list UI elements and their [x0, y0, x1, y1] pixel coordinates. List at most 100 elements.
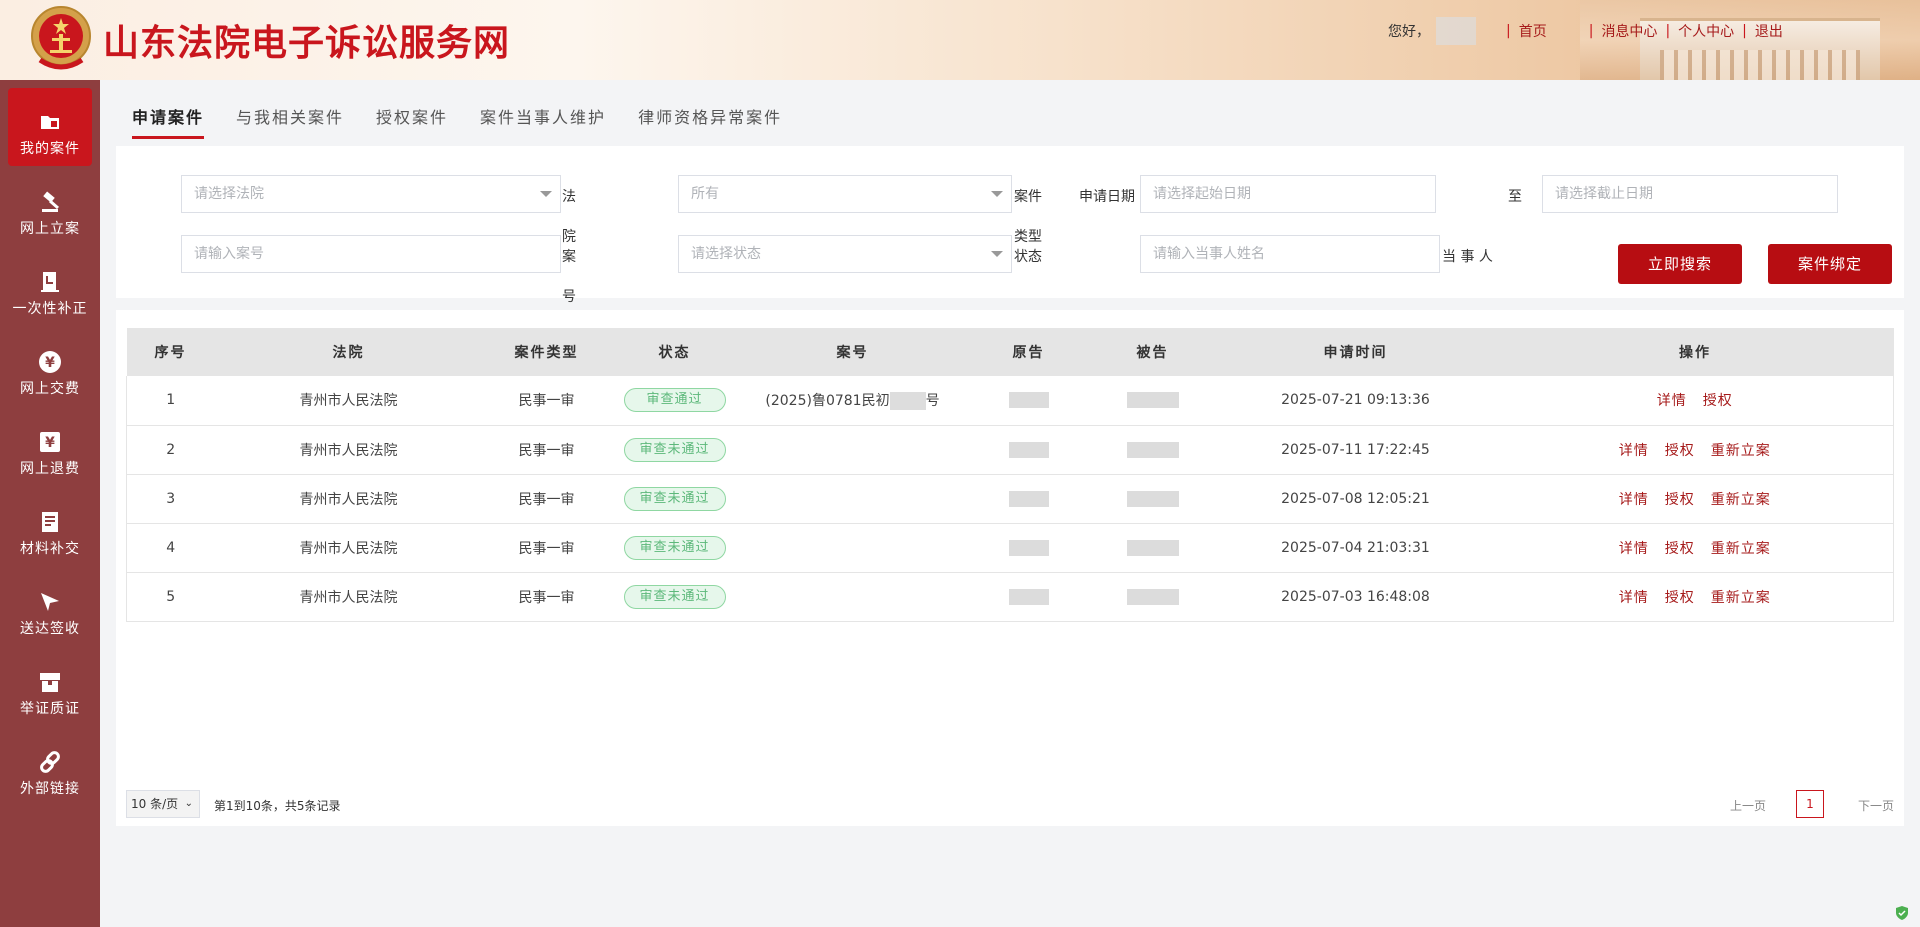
tab-party-maintenance[interactable]: 案件当事人维护	[480, 104, 606, 139]
cell-apply-time: 2025-07-11 17:22:45	[1214, 425, 1497, 475]
authorize-link[interactable]: 授权	[1665, 443, 1695, 459]
cell-apply-time: 2025-07-04 21:03:31	[1214, 523, 1497, 573]
status-badge: 审查未通过	[623, 486, 726, 511]
sidebar-item-online-refund[interactable]: ¥ 网上退费	[0, 408, 100, 486]
refile-link[interactable]: 重新立案	[1711, 492, 1771, 508]
court-select[interactable]: 请选择法院	[181, 175, 561, 213]
chevron-down-icon	[991, 191, 1003, 197]
sidebar-item-label: 网上交费	[20, 381, 80, 397]
nav-home-link[interactable]: 首页	[1519, 21, 1547, 41]
authorize-link[interactable]: 授权	[1665, 541, 1695, 557]
sidebar-item-online-filing[interactable]: 网上立案	[0, 168, 100, 246]
header-banner: 山东法院电子诉讼服务网 您好， | 首页 | 消息中心 | 个人中心 | 退出	[0, 0, 1920, 80]
sidebar-item-external-links[interactable]: 外部链接	[0, 728, 100, 806]
tab-authorized-cases[interactable]: 授权案件	[376, 104, 448, 139]
refile-link[interactable]: 重新立案	[1711, 541, 1771, 557]
authorize-link[interactable]: 授权	[1665, 590, 1695, 606]
end-date-input[interactable]: 请选择截止日期	[1542, 175, 1838, 213]
status-badge: 审查未通过	[623, 535, 726, 560]
cell-plaintiff	[966, 425, 1091, 475]
case-number-label-cont: 号	[562, 289, 576, 305]
table-header-row: 序号 法院 案件类型 状态 案号 原告 被告 申请时间 操作	[126, 328, 1894, 376]
details-link[interactable]: 详情	[1619, 590, 1649, 606]
nav-logout-link[interactable]: 退出	[1755, 21, 1783, 41]
case-type-select[interactable]: 所有	[678, 175, 1012, 213]
cell-status: 审查未通过	[610, 572, 739, 622]
col-header-type: 案件类型	[482, 328, 611, 376]
redacted-text	[889, 392, 926, 411]
authorize-link[interactable]: 授权	[1665, 492, 1695, 508]
cell-defendant	[1090, 425, 1215, 475]
case-type-label: 案件	[1014, 189, 1042, 205]
cell-defendant	[1090, 474, 1215, 524]
sidebar-item-online-payment[interactable]: ¥ 网上交费	[0, 328, 100, 406]
current-page-button[interactable]: 1	[1796, 790, 1824, 818]
username-redacted	[1436, 17, 1476, 45]
details-link[interactable]: 详情	[1657, 393, 1687, 409]
case-number-input[interactable]: 请输入案号	[181, 235, 561, 273]
tab-applied-cases[interactable]: 申请案件	[132, 104, 205, 139]
sidebar-item-label: 材料补交	[20, 541, 80, 557]
cell-status: 审查未通过	[610, 425, 739, 475]
start-date-input[interactable]: 请选择起始日期	[1140, 175, 1436, 213]
party-name-input[interactable]: 请输入当事人姓名	[1140, 235, 1440, 273]
details-link[interactable]: 详情	[1619, 492, 1649, 508]
refile-link[interactable]: 重新立案	[1711, 590, 1771, 606]
security-shield-icon	[1896, 906, 1908, 920]
cell-type: 民事一审	[482, 376, 611, 426]
cell-court: 青州市人民法院	[214, 425, 483, 475]
cell-type: 民事一审	[482, 572, 611, 622]
table-row: 4 青州市人民法院 民事一审 审查未通过 2025-07-04 21:03:31…	[126, 523, 1894, 573]
svg-text:¥: ¥	[45, 435, 55, 451]
nav-messages-link[interactable]: 消息中心	[1601, 21, 1657, 41]
sidebar-item-evidence[interactable]: 举证质证	[0, 648, 100, 726]
to-label: 至	[1508, 189, 1522, 205]
details-link[interactable]: 详情	[1619, 443, 1649, 459]
search-button[interactable]: 立即搜索	[1618, 244, 1742, 284]
cell-defendant	[1090, 376, 1215, 426]
redacted-text	[1126, 490, 1179, 507]
cell-type: 民事一审	[482, 425, 611, 475]
col-header-case-no: 案号	[738, 328, 967, 376]
sidebar-item-label: 我的案件	[20, 141, 80, 157]
cell-case-no	[738, 523, 967, 573]
sidebar-item-delivery-sign[interactable]: 送达签收	[0, 568, 100, 646]
site-title: 山东法院电子诉讼服务网	[103, 22, 511, 64]
case-number-label: 案	[562, 249, 576, 265]
cell-type: 民事一审	[482, 474, 611, 524]
status-select[interactable]: 请选择状态	[678, 235, 1012, 273]
table-row: 5 青州市人民法院 民事一审 审查未通过 2025-07-03 16:48:08…	[126, 572, 1894, 622]
sidebar-item-material-supplement[interactable]: 材料补交	[0, 488, 100, 566]
case-tabs: 申请案件 与我相关案件 授权案件 案件当事人维护 律师资格异常案件	[132, 104, 814, 139]
link-icon	[40, 751, 60, 773]
sidebar-item-label: 送达签收	[20, 621, 80, 637]
sidebar-item-my-cases[interactable]: 我的案件	[8, 88, 92, 166]
details-link[interactable]: 详情	[1619, 541, 1649, 557]
nav-profile-link[interactable]: 个人中心	[1678, 21, 1734, 41]
tab-related-cases[interactable]: 与我相关案件	[236, 104, 344, 139]
top-navigation: 您好， | 首页 | 消息中心 | 个人中心 | 退出	[1388, 17, 1783, 45]
prev-page-button[interactable]: 上一页	[1730, 797, 1766, 814]
court-label: 法	[562, 189, 576, 205]
page-size-select[interactable]: 10 条/页 ⌄	[126, 790, 200, 818]
redacted-text	[1008, 392, 1049, 409]
cell-actions: 详情 授权 重新立案	[1496, 523, 1894, 573]
send-icon	[41, 593, 59, 611]
redacted-text	[1126, 441, 1179, 458]
tab-lawyer-abnormal-cases[interactable]: 律师资格异常案件	[638, 104, 782, 139]
cell-actions: 详情 授权 重新立案	[1496, 572, 1894, 622]
cell-plaintiff	[966, 474, 1091, 524]
cell-status: 审查通过	[610, 376, 739, 426]
cell-case-no	[738, 425, 967, 475]
redacted-text	[1008, 441, 1049, 458]
cell-court: 青州市人民法院	[214, 572, 483, 622]
refile-link[interactable]: 重新立案	[1711, 443, 1771, 459]
status-badge: 审查未通过	[623, 584, 726, 609]
col-header-status: 状态	[610, 328, 739, 376]
bind-case-button[interactable]: 案件绑定	[1768, 244, 1892, 284]
sidebar-item-one-time-correction[interactable]: 一次性补正	[0, 248, 100, 326]
authorize-link[interactable]: 授权	[1703, 393, 1733, 409]
next-page-button[interactable]: 下一页	[1858, 797, 1894, 814]
pagination-info: 第1到10条，共5条记录	[214, 799, 341, 813]
cell-status: 审查未通过	[610, 523, 739, 573]
